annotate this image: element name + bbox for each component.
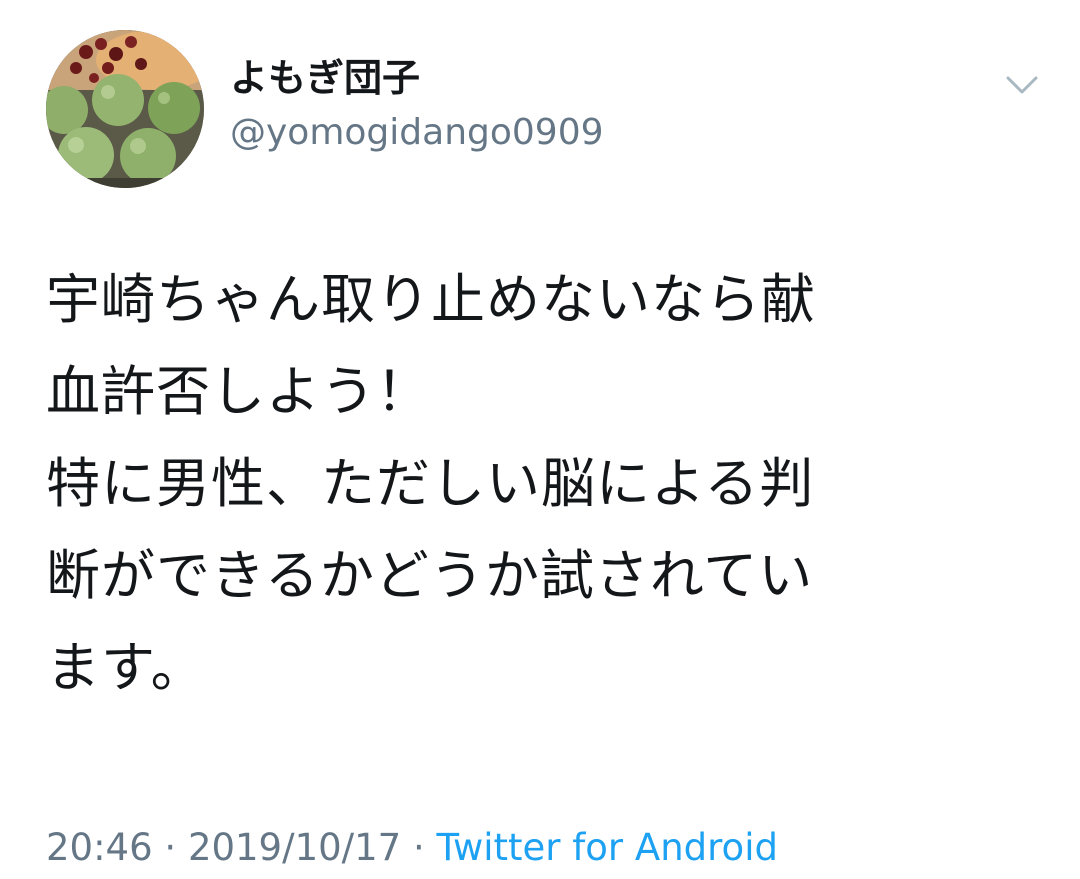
tweet-time[interactable]: 20:46 — [46, 826, 153, 869]
meta-separator: · — [401, 826, 437, 869]
user-handle[interactable]: @yomogidango0909 — [230, 110, 604, 156]
tweet-text-line: 血許否しよう！ — [46, 360, 431, 423]
chevron-down-icon[interactable] — [1002, 70, 1042, 100]
tweet-text-line: 断ができるかどうか試されてい — [46, 544, 814, 607]
tweet-card: よもぎ団子 @yomogidango0909 宇崎ちゃん取り止めないなら献 血許… — [0, 0, 1080, 879]
tweet-text: 宇崎ちゃん取り止めないなら献 血許否しよう！ 特に男性、ただしい脳による判 断が… — [46, 254, 1036, 714]
tweet-text-line: ます。 — [46, 636, 206, 699]
avatar[interactable] — [46, 30, 204, 188]
tweet-meta: 20:46 · 2019/10/17 · Twitter for Android — [46, 824, 778, 872]
tweet-text-line: 宇崎ちゃん取り止めないなら献 — [46, 268, 816, 331]
tweet-source-link[interactable]: Twitter for Android — [437, 826, 778, 869]
tweet-text-line: 特に男性、ただしい脳による判 — [46, 452, 815, 515]
tweet-date[interactable]: 2019/10/17 — [188, 826, 401, 869]
avatar-dango-icon — [46, 30, 204, 188]
display-name[interactable]: よもぎ団子 — [230, 54, 420, 102]
meta-separator: · — [152, 826, 188, 869]
